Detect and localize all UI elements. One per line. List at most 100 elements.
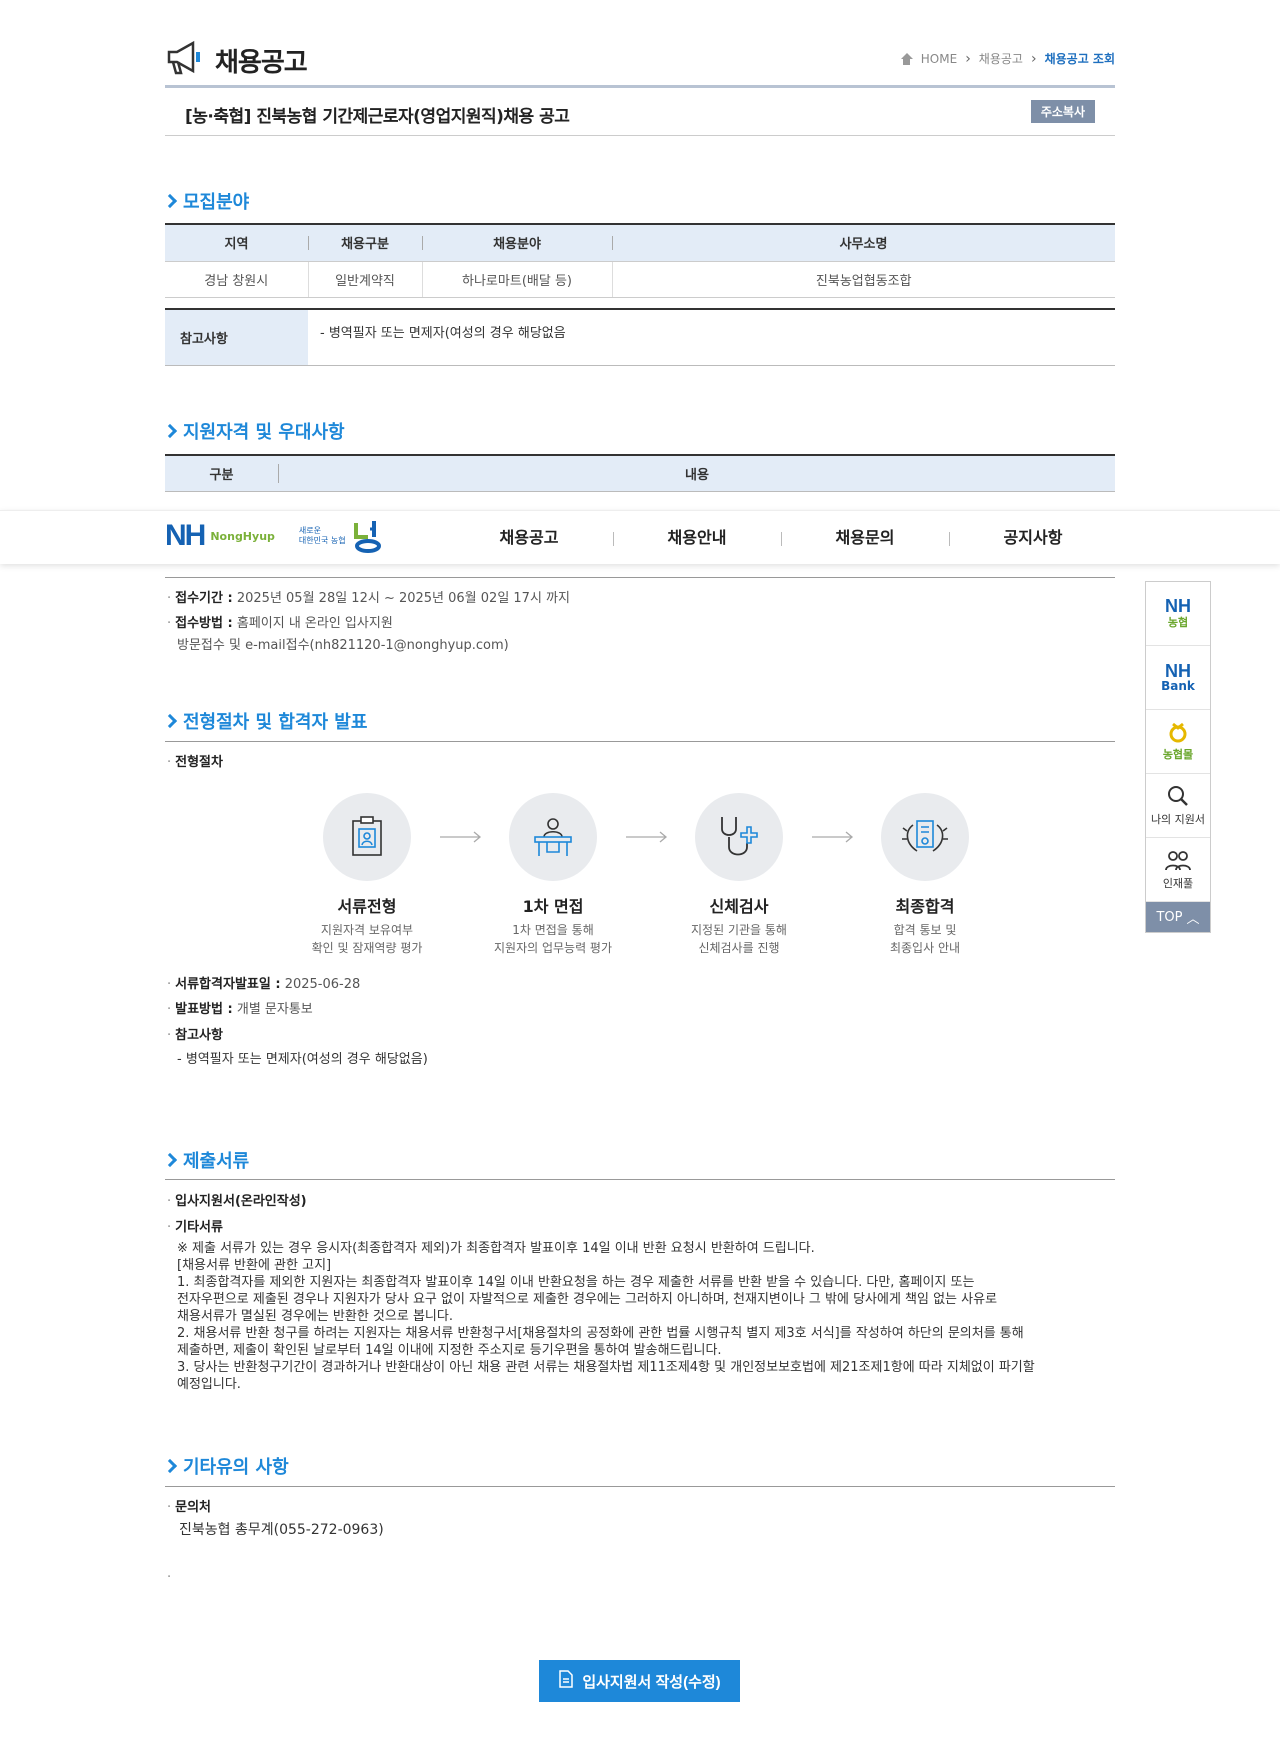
column-header: 사무소명	[612, 225, 1115, 261]
announce-method: · 발표방법 : 개별 문자통보	[167, 1002, 313, 1017]
breadcrumb-current: 채용공고 조회	[1044, 52, 1115, 66]
table-row: 경남 창원시 일반계약직 하나로마트(배달 등) 진북농업협동조합	[165, 260, 1115, 298]
bullet-dot: ·	[167, 1570, 172, 1585]
document-item: · 기타서류	[167, 1220, 223, 1235]
chevron-right-icon: ›	[965, 50, 971, 67]
column-header: 내용	[278, 464, 1115, 483]
step-desc: 지정된 기관을 통해 신체검사를 진행	[691, 923, 787, 955]
quick-talent-pool[interactable]: 인재풀	[1146, 838, 1210, 902]
chevron-right-icon	[165, 1153, 175, 1167]
top-button[interactable]: TOP ︿	[1146, 902, 1210, 932]
column-header: 채용구분	[308, 225, 422, 261]
nav-item-guide[interactable]: 채용안내	[613, 511, 781, 565]
quick-label: NH	[1165, 660, 1191, 681]
nav-item-notice[interactable]: 채용공고	[445, 511, 613, 565]
section-heading-process: 전형절차 및 합격자 발표	[165, 708, 1115, 734]
reception-method: · 접수방법 : 홈페이지 내 온라인 입사지원	[167, 616, 393, 631]
process-step: 1차 면접 1차 면접을 통해 지원자의 업무능력 평가	[458, 793, 648, 957]
chevron-right-icon	[165, 714, 175, 728]
breadcrumb: HOME › 채용공고 › 채용공고 조회	[900, 50, 1115, 67]
chevron-right-icon	[165, 424, 175, 438]
reference-text: - 병역필자 또는 면제자(여성의 경우 해당없음	[320, 326, 566, 341]
section-title: 기타유의 사항	[183, 1457, 289, 1478]
logo-nh: NH	[165, 519, 206, 552]
apply-button[interactable]: 입사지원서 작성(수정)	[539, 1660, 740, 1702]
section-title: 전형절차 및 합격자 발표	[183, 712, 368, 733]
process-label: · 전형절차	[167, 755, 223, 770]
megaphone-icon	[165, 40, 205, 80]
quick-nh-nonghyup[interactable]: NH 농협	[1146, 582, 1210, 646]
process-ref-label: · 참고사항	[167, 1028, 223, 1043]
section-heading-documents: 제출서류	[165, 1147, 1115, 1173]
quick-label: 나의 지원서	[1150, 813, 1206, 826]
notice-title-bar: [농·축협] 진북농협 기간제근로자(영업지원직)채용 공고 주소복사	[165, 92, 1115, 136]
process-step: 최종합격 합격 통보 및 최종입사 안내	[830, 793, 1020, 957]
quick-label: 농협몰	[1162, 748, 1194, 761]
page-title: 채용공고	[215, 47, 308, 78]
table-cell: 경남 창원시	[165, 260, 308, 298]
section-divider	[165, 741, 1115, 742]
field-value: 2025년 05월 28일 12시 ~ 2025년 06월 02일 17시 까지	[236, 591, 570, 606]
section-title: 모집분야	[183, 192, 250, 213]
apply-button-label: 입사지원서 작성(수정)	[582, 1673, 721, 1691]
column-header: 채용분야	[422, 225, 612, 261]
field-value: 홈페이지 내 온라인 입사지원	[236, 616, 393, 631]
quick-mall[interactable]: 농협몰	[1146, 710, 1210, 774]
chevron-up-icon: ︿	[1186, 911, 1200, 927]
documents-notes: ※ 제출 서류가 있는 경우 응시자(최종합격자 제외)가 최종합격자 발표이후…	[177, 1241, 1035, 1392]
recruit-table: 지역 채용구분 채용분야 사무소명 경남 창원시 일반계약직 하나로마트(배달 …	[165, 223, 1115, 298]
reception-period: · 접수기간 : 2025년 05월 28일 12시 ~ 2025년 06월 02…	[167, 591, 570, 606]
reception-method2: 방문접수 및 e-mail접수(nh821120-1@nonghyup.com)	[177, 638, 509, 653]
pass-date: · 서류합격자발표일 : 2025-06-28	[167, 977, 361, 992]
nong-logo-icon	[352, 519, 386, 553]
step-desc: 1차 면접을 통해 지원자의 업무능력 평가	[493, 923, 613, 955]
table-cell: 하나로마트(배달 등)	[421, 260, 612, 298]
nh-logo[interactable]: NH NongHyup 새로운 대한민국 농협	[165, 519, 386, 553]
logo-slogan: 새로운 대한민국 농협	[298, 526, 346, 545]
breadcrumb-home[interactable]: HOME	[921, 52, 957, 66]
gnb-menu: 채용공고 채용안내 채용문의 공지사항	[445, 511, 1117, 565]
recruit-reference: 참고사항 - 병역필자 또는 면제자(여성의 경우 해당없음	[165, 308, 1115, 366]
page-header: 채용공고 HOME › 채용공고 › 채용공고 조회	[165, 30, 1115, 88]
chevron-right-icon: ›	[1030, 50, 1037, 67]
step-desc: 지원자격 보유여부 확인 및 잠재역량 평가	[311, 923, 423, 955]
step-name: 1차 면접	[522, 897, 584, 916]
search-icon	[1166, 784, 1190, 811]
stethoscope-icon	[695, 793, 783, 881]
document-item: · 입사지원서(온라인작성)	[167, 1194, 307, 1209]
process-ref-text: - 병역필자 또는 면제자(여성의 경우 해당없음)	[177, 1052, 428, 1067]
top-label: TOP	[1156, 909, 1183, 925]
quick-label: Bank	[1161, 678, 1195, 693]
document-review-icon	[323, 793, 411, 881]
chevron-right-icon	[165, 1459, 175, 1473]
chevron-right-icon	[165, 194, 175, 208]
nav-item-inquiry[interactable]: 채용문의	[781, 511, 949, 565]
logo-nonghyup: NongHyup	[210, 529, 275, 543]
step-name: 최종합격	[895, 897, 955, 916]
nav-item-announcement[interactable]: 공지사항	[949, 511, 1117, 565]
copy-url-button[interactable]: 주소복사	[1030, 100, 1095, 123]
section-divider	[165, 1486, 1115, 1487]
contact-label: · 문의처	[167, 1500, 212, 1515]
quick-nh-bank[interactable]: NH Bank	[1146, 646, 1210, 710]
table-cell: 진북농업협동조합	[611, 260, 1115, 298]
quick-my-application[interactable]: 나의 지원서	[1146, 774, 1210, 838]
home-icon[interactable]	[900, 52, 913, 65]
quick-label: 인재풀	[1162, 877, 1194, 890]
process-step: 신체검사 지정된 기관을 통해 신체검사를 진행	[644, 793, 834, 957]
field-label: 서류합격자발표일 :	[175, 977, 281, 992]
field-label: 접수기간 :	[175, 591, 233, 606]
section-heading-etc: 기타유의 사항	[165, 1453, 1115, 1479]
quick-label: NH	[1165, 595, 1191, 616]
process-step: 서류전형 지원자격 보유여부 확인 및 잠재역량 평가	[272, 793, 462, 957]
step-desc: 합격 통보 및 최종입사 안내	[889, 923, 961, 955]
quick-label: 농협	[1167, 615, 1189, 629]
section-title: 지원자격 및 우대사항	[183, 422, 345, 443]
breadcrumb-recruit[interactable]: 채용공고	[979, 50, 1023, 67]
global-nav: NH NongHyup 새로운 대한민국 농협 채용공고 채용안내 채용문의 공지…	[0, 510, 1280, 564]
contact-value: 진북농협 총무계(055-272-0963)	[179, 1522, 384, 1538]
section-heading-qualification: 지원자격 및 우대사항	[165, 418, 1115, 444]
interview-icon	[509, 793, 597, 881]
qualification-table: 구분 내용	[165, 454, 1115, 492]
column-header: 구분	[209, 468, 234, 483]
